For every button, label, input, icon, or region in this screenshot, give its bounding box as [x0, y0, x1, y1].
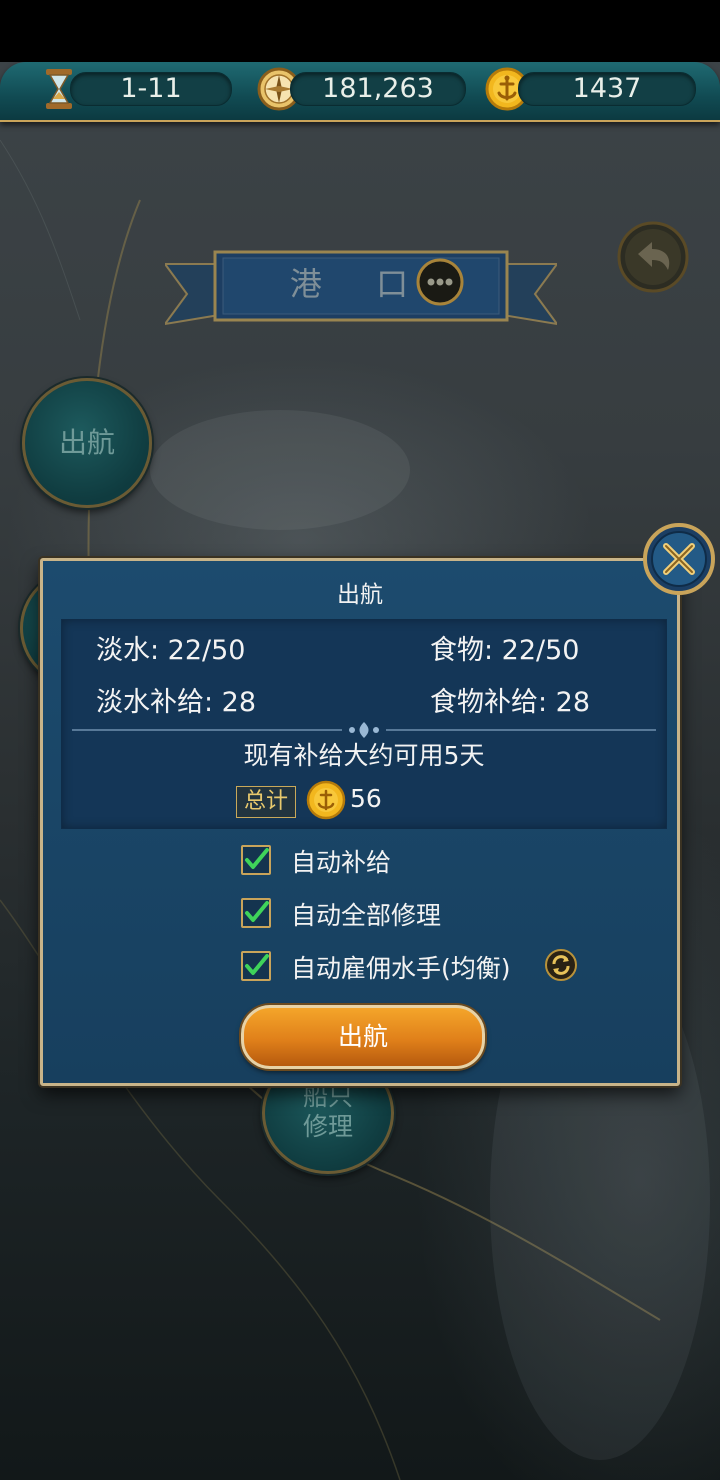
resource-bar: 1-11 181,263 1437 [0, 62, 720, 122]
coin-count: 1437 [518, 72, 696, 106]
total-cost: 56 [350, 784, 382, 813]
food-stat: 食物: 22/50 [430, 635, 580, 666]
date-display: 1-11 [70, 72, 232, 106]
total-label: 总计 [236, 786, 296, 818]
anchor-coin-icon [306, 780, 346, 820]
auto-supply-label: 自动补给 [291, 848, 392, 877]
side-sail-button[interactable]: 出航 [22, 378, 152, 508]
auto-repair-checkbox[interactable] [241, 898, 271, 928]
water-stat: 淡水: 22/50 [96, 635, 246, 666]
back-arrow-icon[interactable] [616, 220, 690, 294]
checkmark-icon [245, 954, 269, 975]
supply-info-panel: 淡水: 22/50 食物: 22/50 淡水补给: 28 食物补给: 28 现有… [61, 619, 667, 829]
auto-hire-checkbox[interactable] [241, 951, 271, 981]
food-supply-stat: 食物补给: 28 [430, 687, 591, 718]
water-supply-stat: 淡水补给: 28 [96, 687, 257, 718]
sail-button[interactable]: 出航 [241, 1005, 485, 1069]
title-banner: 港 口 [165, 244, 557, 334]
checkmark-icon [245, 901, 269, 922]
auto-repair-label: 自动全部修理 [291, 901, 442, 930]
auto-hire-label: 自动雇佣水手(均衡) [291, 954, 511, 983]
compass-value: 181,263 [290, 72, 466, 106]
repair-label-2: 修理 [302, 1112, 353, 1141]
dialog-title: 出航 [337, 582, 383, 608]
checkmark-icon [245, 848, 269, 869]
days-remaining-text: 现有补给大约可用5天 [243, 741, 485, 770]
chat-icon[interactable] [416, 258, 464, 306]
refresh-icon[interactable] [545, 949, 577, 981]
sail-dialog: 出航 淡水: 22/50 食物: 22/50 淡水补给: 28 食物补给: 28… [40, 558, 680, 1086]
close-icon[interactable] [642, 522, 716, 596]
auto-supply-checkbox[interactable] [241, 845, 271, 875]
